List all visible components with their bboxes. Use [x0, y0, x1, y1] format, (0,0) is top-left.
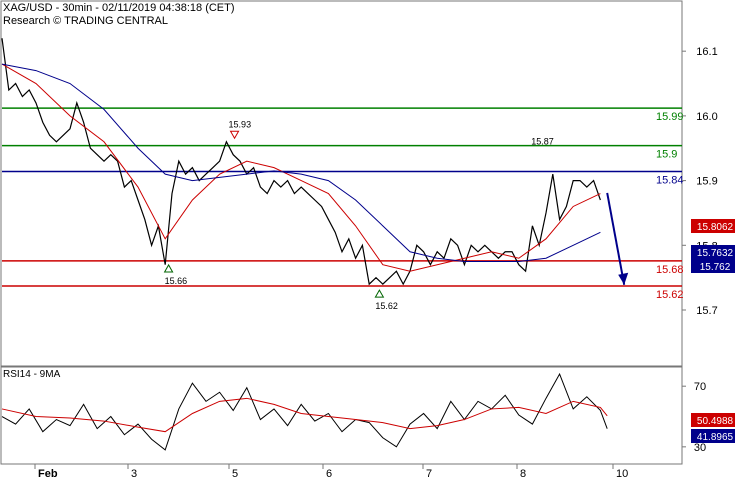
ma-long-line	[1, 63, 601, 262]
y-tick-label: 16.0	[696, 111, 717, 123]
annotation-label: 15.66	[165, 276, 188, 286]
rsi-panel-frame	[0, 366, 683, 465]
annotation-label: 15.62	[375, 301, 398, 311]
rsi-ma-line	[1, 397, 608, 433]
support-marker	[374, 289, 385, 298]
rsi-tag: 50.4988	[697, 416, 734, 427]
x-tick-label: 3	[131, 468, 137, 480]
x-tick-label: Feb	[38, 468, 58, 480]
price-tag: 15.762	[700, 262, 731, 273]
support-marker	[163, 263, 174, 273]
resistance-marker	[229, 130, 240, 140]
x-tick-label: 8	[520, 468, 526, 480]
x-tick-label: 5	[232, 468, 238, 480]
forecast-arrowhead	[618, 272, 629, 285]
level-label: 15.99	[656, 111, 684, 123]
main-panel-frame	[0, 0, 683, 367]
x-tick-label: 10	[616, 468, 628, 480]
price-line	[1, 38, 601, 286]
annotation-label: 15.87	[531, 136, 554, 146]
rsi-tag: 41.8965	[697, 432, 734, 443]
level-label: 15.62	[656, 289, 684, 301]
x-tick-label: 6	[326, 468, 332, 480]
x-tick-label: 7	[426, 468, 432, 480]
rsi-y-tick-label: 70	[694, 381, 706, 393]
y-tick-label: 15.7	[696, 305, 717, 317]
ma-short-line	[1, 63, 601, 272]
rsi-y-tick-label: 30	[694, 442, 706, 454]
rsi-line	[1, 372, 608, 451]
price-tag: 15.7632	[697, 248, 734, 259]
level-label: 15.68	[656, 264, 684, 276]
forecast-arrow	[606, 192, 626, 285]
price-chart: 15.9915.915.8415.6815.6215.9315.8715.661…	[0, 0, 735, 480]
y-tick-label: 15.9	[696, 176, 717, 188]
level-label: 15.84	[656, 175, 684, 187]
level-label: 15.9	[656, 149, 677, 161]
price-tag: 15.8062	[697, 222, 734, 233]
annotation-label: 15.93	[229, 119, 252, 129]
y-tick-label: 16.1	[696, 46, 717, 58]
